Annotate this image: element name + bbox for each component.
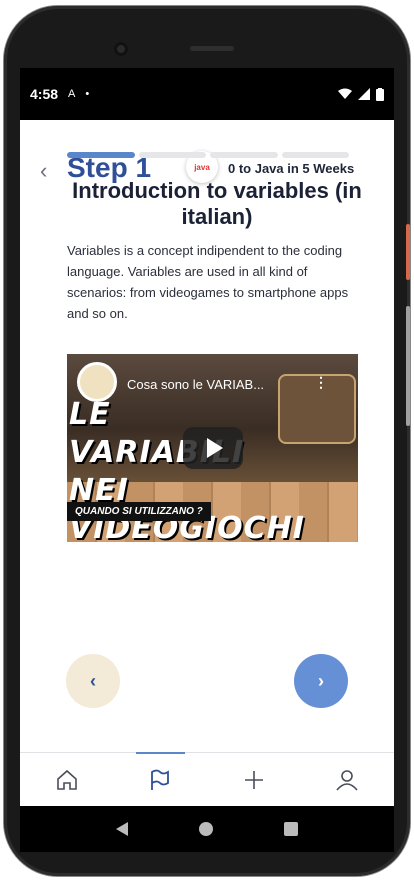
chevron-right-icon: › (318, 670, 324, 691)
course-logo-label: java (194, 162, 210, 172)
wifi-icon (338, 88, 352, 99)
tab-profile[interactable] (301, 753, 395, 806)
course-name: 0 to Java in 5 Weeks (228, 161, 355, 176)
tab-home[interactable] (20, 753, 114, 806)
flag-icon (151, 769, 170, 790)
battery-icon (376, 87, 384, 101)
thumbnail-tag: QUANDO SI UTILIZZANO ? (67, 502, 211, 521)
previous-step-button[interactable]: ‹ (66, 654, 120, 708)
video-title[interactable]: Cosa sono le VARIAB... (127, 377, 307, 392)
power-button (406, 224, 410, 280)
next-step-button[interactable]: › (294, 654, 348, 708)
front-camera (114, 42, 128, 56)
step-progress (67, 152, 349, 158)
signal-icon (358, 88, 370, 100)
status-time: 4:58 (30, 86, 59, 102)
back-icon[interactable]: ‹ (40, 158, 47, 184)
play-icon (207, 438, 223, 458)
nav-recents-icon[interactable] (284, 822, 299, 836)
progress-segment (210, 152, 278, 158)
thumbnail-headline-line-1: LE VARIABILI (69, 397, 245, 470)
notification-icon: A (68, 88, 76, 100)
channel-avatar[interactable] (77, 362, 117, 402)
app-screen: 4:58 A • ‹ Step 1 java 0 to Java in 5 We… (20, 68, 394, 806)
tab-steps[interactable] (114, 752, 208, 806)
progress-segment (138, 152, 206, 158)
earpiece-speaker (190, 46, 234, 51)
video-menu-icon[interactable]: ⋮ (314, 374, 328, 391)
chevron-left-icon: ‹ (90, 670, 96, 691)
play-button[interactable] (183, 427, 243, 469)
home-icon (56, 769, 77, 790)
notification-dot: • (85, 88, 90, 100)
status-bar: 4:58 A • (20, 68, 394, 120)
lesson-description: Variables is a concept indipendent to th… (67, 243, 349, 321)
android-nav-bar (20, 806, 394, 852)
tab-add[interactable] (207, 753, 301, 806)
bottom-tab-bar (20, 752, 394, 806)
progress-segment (67, 152, 135, 158)
nav-back-icon[interactable] (115, 822, 128, 836)
nav-home-icon[interactable] (198, 822, 213, 836)
plus-icon (244, 770, 263, 789)
progress-segment (281, 152, 349, 158)
video-player[interactable]: LE VARIABILI NEI VIDEOGIOCHI QUANDO SI U… (67, 354, 358, 542)
volume-button (406, 306, 410, 426)
lesson-title: Introduction to variables (in italian) (72, 178, 362, 229)
user-icon (336, 769, 358, 791)
